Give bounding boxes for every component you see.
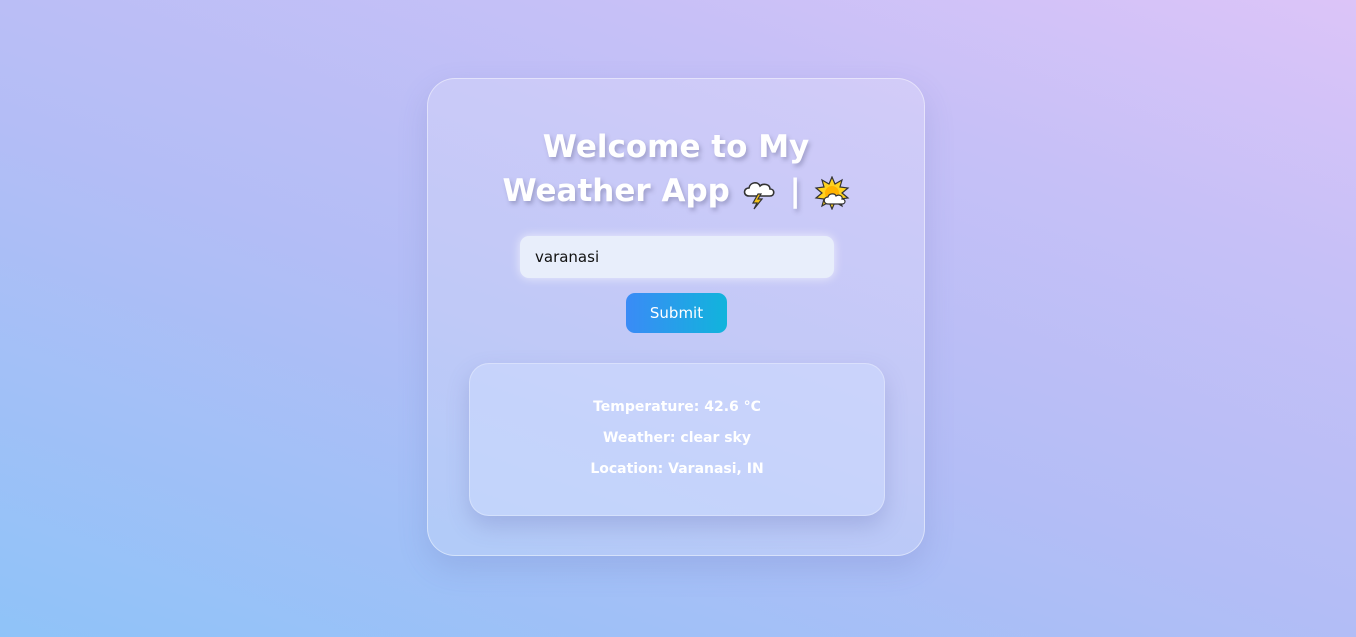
weather-result-panel: Temperature: 42.6 °C Weather: clear sky … (469, 363, 885, 516)
temperature-text: Temperature: 42.6 °C (593, 399, 761, 415)
weather-description-text: Weather: clear sky (602, 430, 751, 446)
location-text: Location: Varanasi, IN (590, 461, 764, 477)
thunder-cloud-icon (743, 181, 775, 209)
city-search-input[interactable] (520, 236, 834, 278)
title-separator: | (789, 173, 801, 209)
submit-button[interactable]: Submit (626, 293, 727, 333)
page-title: Welcome to My Weather App | (428, 125, 924, 213)
title-wrap: Welcome to My Weather App | (481, 125, 871, 213)
sun-behind-cloud-icon (814, 175, 850, 210)
weather-card: Welcome to My Weather App | Submit Tempe… (427, 78, 925, 556)
